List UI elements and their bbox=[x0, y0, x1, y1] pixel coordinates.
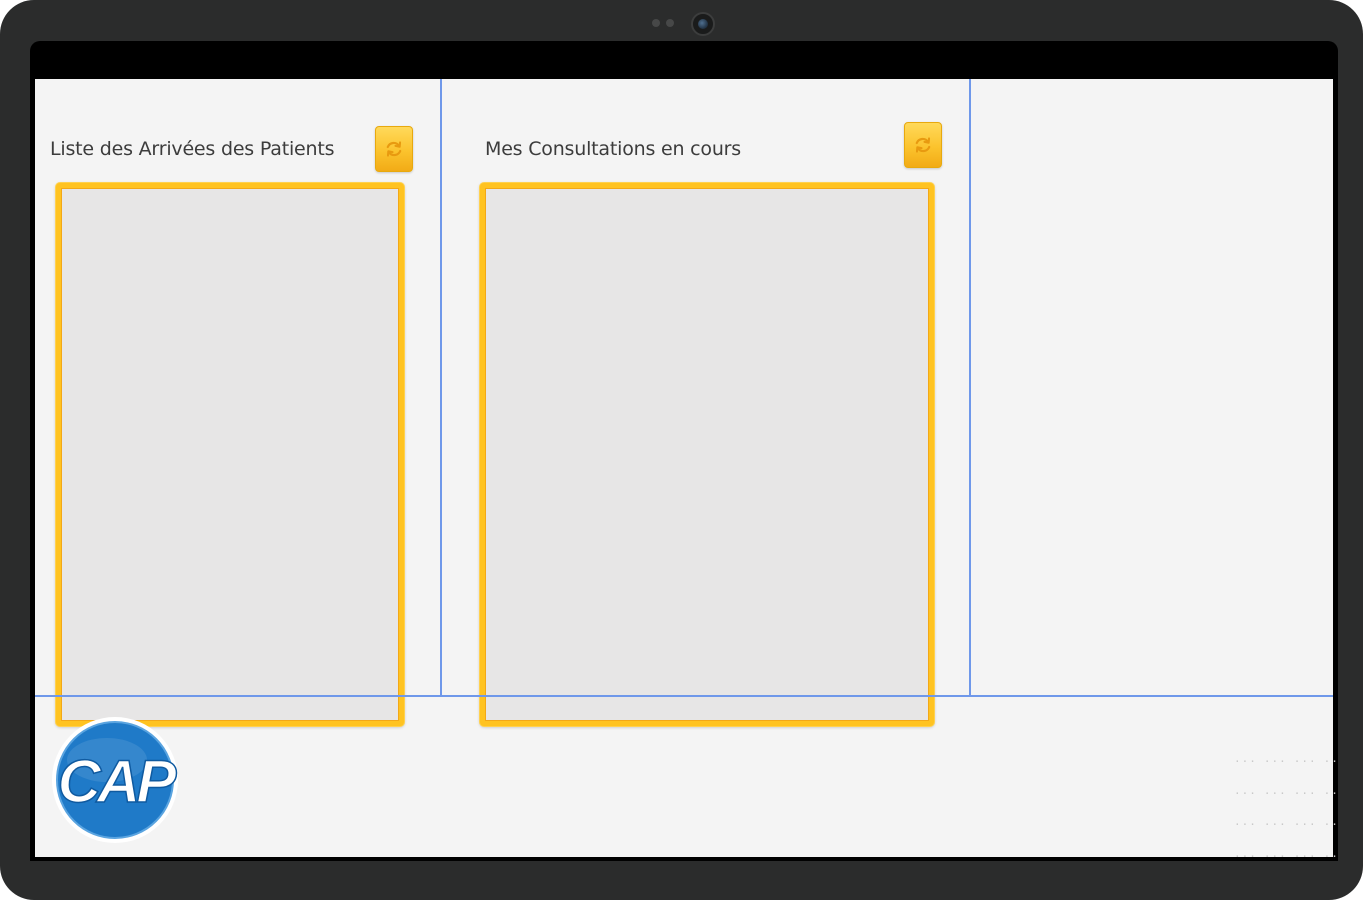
info-text: ··· bbox=[1234, 755, 1257, 768]
camera-icon bbox=[691, 12, 715, 36]
info-text: ··· bbox=[1323, 818, 1338, 831]
cap-logo: CAP bbox=[52, 717, 179, 843]
info-text: ··· bbox=[1293, 818, 1317, 831]
info-text: ··· bbox=[1263, 786, 1287, 800]
info-row: ··· ··· ··· ··· bbox=[1234, 755, 1338, 787]
panel-divider bbox=[440, 79, 442, 696]
sensor-dots bbox=[652, 19, 674, 27]
refresh-icon bbox=[915, 137, 931, 153]
footer-divider bbox=[35, 695, 1333, 697]
detail-area bbox=[971, 79, 1333, 695]
consultations-refresh-button[interactable] bbox=[904, 122, 942, 168]
info-text: ··· bbox=[1293, 755, 1317, 768]
refresh-icon bbox=[386, 141, 402, 157]
info-text: ··· bbox=[1263, 818, 1287, 831]
tablet-screen: Liste des Arrivées des Patients Mes Cons… bbox=[30, 41, 1338, 861]
info-row: ··· ··· ··· ··· bbox=[1234, 787, 1338, 819]
info-text: ··· bbox=[1323, 786, 1338, 800]
info-text: ··· bbox=[1263, 849, 1287, 862]
tablet-frame: Liste des Arrivées des Patients Mes Cons… bbox=[0, 0, 1363, 900]
footer-info: ··· ··· ··· · ·· · ·· · ·· · · · ·· · ·· · ·· · … bbox=[1234, 755, 1338, 861]
arrivals-panel-title: Liste des Arrivées des Patients bbox=[50, 138, 335, 160]
consultations-list[interactable] bbox=[480, 183, 934, 726]
info-text: ··· bbox=[1323, 849, 1338, 862]
info-row: ··· ··· ··· ··· bbox=[1234, 850, 1338, 862]
info-text: ··· bbox=[1293, 786, 1317, 800]
arrivals-refresh-button[interactable] bbox=[375, 126, 413, 172]
info-text: ··· bbox=[1293, 849, 1317, 862]
info-text: ··· bbox=[1263, 755, 1287, 768]
arrivals-list[interactable] bbox=[56, 183, 404, 726]
info-text: ··· bbox=[1234, 786, 1257, 800]
info-text: ··· bbox=[1234, 818, 1257, 831]
logo-text: CAP bbox=[58, 748, 178, 815]
info-row: ··· ··· ··· ··· bbox=[1234, 818, 1338, 850]
app-content: Liste des Arrivées des Patients Mes Cons… bbox=[35, 79, 1338, 861]
consultations-panel-title: Mes Consultations en cours bbox=[485, 138, 741, 160]
info-text: ··· bbox=[1323, 755, 1338, 768]
info-text: ··· bbox=[1234, 849, 1257, 862]
